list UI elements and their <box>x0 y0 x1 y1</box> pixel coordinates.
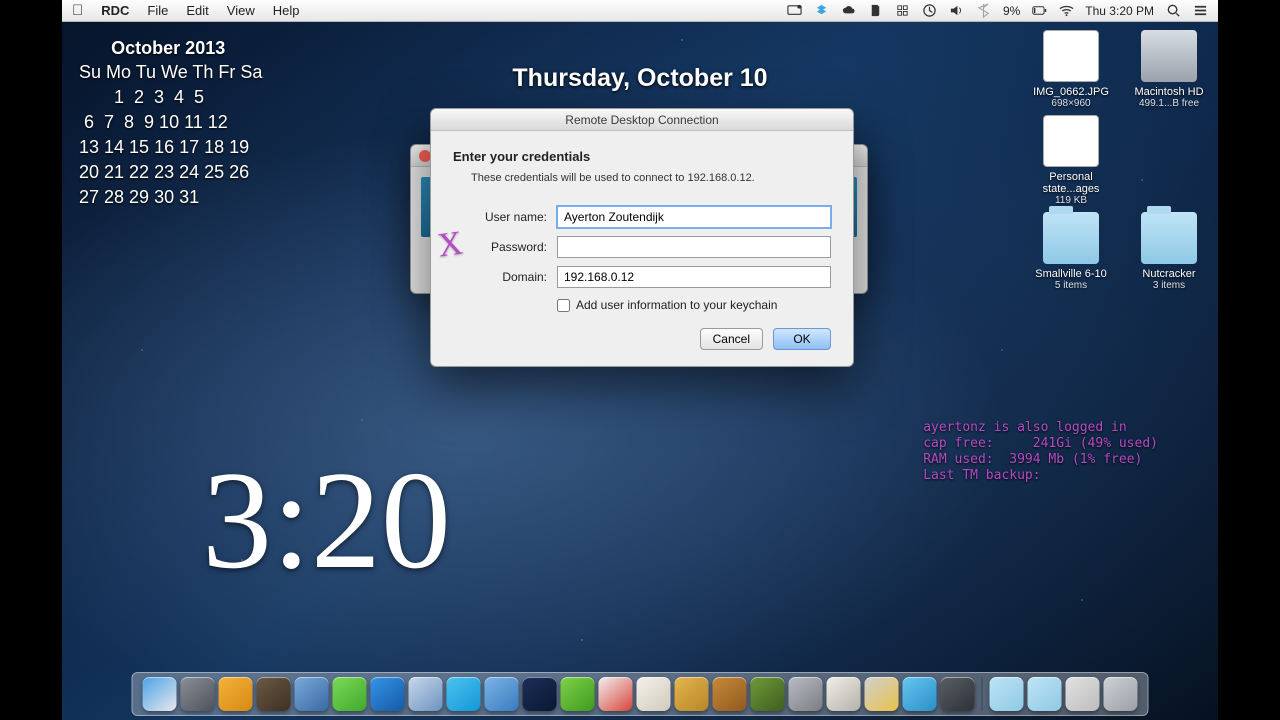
bluetooth-icon[interactable] <box>976 3 992 19</box>
cancel-button[interactable]: Cancel <box>700 328 763 350</box>
dock-app-photoshop[interactable] <box>523 677 557 711</box>
desktop-icon-doc[interactable]: Personal state...ages119 KB <box>1032 115 1110 206</box>
icon-label: Macintosh HD <box>1130 86 1208 98</box>
dock-downloads[interactable] <box>990 677 1024 711</box>
icon-label: Personal state...ages <box>1032 171 1110 195</box>
dock-app-evernote[interactable] <box>333 677 367 711</box>
notification-center-icon[interactable] <box>1192 3 1208 19</box>
system-info-overlay: ayertonz is also logged in cap free: 241… <box>923 420 1158 484</box>
dock-app-itunes[interactable] <box>409 677 443 711</box>
sync-icon[interactable] <box>895 3 911 19</box>
dialog-heading: Enter your credentials <box>453 149 831 164</box>
menu-help[interactable]: Help <box>273 3 300 18</box>
icon-sub: 3 items <box>1130 280 1208 291</box>
menubar-clock[interactable]: Thu 3:20 PM <box>1085 4 1154 18</box>
dialog-hint: These credentials will be used to connec… <box>471 172 831 184</box>
evernote-menubar-icon[interactable] <box>868 3 884 19</box>
keychain-checkbox[interactable] <box>557 299 570 312</box>
dock-app-skype[interactable] <box>447 677 481 711</box>
username-label: User name: <box>453 210 547 224</box>
dock-app-settings[interactable] <box>789 677 823 711</box>
dock <box>132 672 1149 716</box>
calendar-grid: Su Mo Tu We Th Fr Sa 1 2 3 4 5 6 7 8 9 1… <box>74 62 262 207</box>
calendar-widget: October 2013 Su Mo Tu We Th Fr Sa 1 2 3 … <box>74 36 262 210</box>
calendar-title: October 2013 <box>74 36 262 60</box>
credentials-dialog: Remote Desktop Connection Enter your cre… <box>430 108 854 367</box>
battery-icon[interactable] <box>1031 3 1047 19</box>
battery-percent[interactable]: 9% <box>1003 4 1020 18</box>
ok-button[interactable]: OK <box>773 328 831 350</box>
menu-file[interactable]: File <box>147 3 168 18</box>
icon-label: Smallville 6-10 <box>1032 268 1110 280</box>
timemachine-icon[interactable] <box>922 3 938 19</box>
dock-app-finder[interactable] <box>143 677 177 711</box>
dropbox-icon[interactable] <box>814 3 830 19</box>
username-field[interactable] <box>557 206 831 228</box>
dock-app-minecraft[interactable] <box>751 677 785 711</box>
domain-label: Domain: <box>453 270 547 284</box>
keychain-label: Add user information to your keychain <box>576 298 777 312</box>
dock-app-reminders[interactable] <box>637 677 671 711</box>
date-banner: Thursday, October 10 <box>512 64 767 93</box>
password-field[interactable] <box>557 236 831 258</box>
dock-app-mail[interactable] <box>865 677 899 711</box>
dock-app-appstore[interactable] <box>485 677 519 711</box>
desktop:  RDC File Edit View Help 9% Thu 3:20 PM <box>62 0 1218 720</box>
desktop-icon-folder-nutcracker[interactable]: Nutcracker3 items <box>1130 212 1208 291</box>
volume-icon[interactable] <box>949 3 965 19</box>
icon-label: Nutcracker <box>1130 268 1208 280</box>
desktop-icons: IMG_0662.JPG698×960 Macintosh HD499.1...… <box>1028 30 1208 291</box>
desktop-icon-img[interactable]: IMG_0662.JPG698×960 <box>1032 30 1110 109</box>
dock-stack[interactable] <box>1066 677 1100 711</box>
dock-app-transmit[interactable] <box>675 677 709 711</box>
desktop-icon-hd[interactable]: Macintosh HD499.1...B free <box>1130 30 1208 109</box>
dock-app-messages[interactable] <box>903 677 937 711</box>
menu-view[interactable]: View <box>227 3 255 18</box>
desktop-clock: 3:20 <box>202 440 451 601</box>
dock-app-handbrake[interactable] <box>713 677 747 711</box>
dock-app-safari[interactable] <box>295 677 329 711</box>
cloud-icon[interactable] <box>841 3 857 19</box>
icon-sub: 499.1...B free <box>1130 98 1208 109</box>
screenshare-icon[interactable] <box>787 3 803 19</box>
menu-edit[interactable]: Edit <box>186 3 208 18</box>
spotlight-icon[interactable] <box>1165 3 1181 19</box>
dock-app-preview[interactable] <box>827 677 861 711</box>
desktop-icon-folder-smallville[interactable]: Smallville 6-105 items <box>1032 212 1110 291</box>
app-name[interactable]: RDC <box>101 3 129 18</box>
wifi-icon[interactable] <box>1058 3 1074 19</box>
dock-documents[interactable] <box>1028 677 1062 711</box>
password-label: Password: <box>453 240 547 254</box>
dialog-title[interactable]: Remote Desktop Connection <box>431 109 853 131</box>
dock-app-ical[interactable] <box>599 677 633 711</box>
dock-app-launchpad[interactable] <box>181 677 215 711</box>
dock-trash[interactable] <box>1104 677 1138 711</box>
icon-sub: 119 KB <box>1032 195 1110 206</box>
dock-app-gimp[interactable] <box>257 677 291 711</box>
icon-label: IMG_0662.JPG <box>1032 86 1110 98</box>
icon-sub: 5 items <box>1032 280 1110 291</box>
dock-app-xcode[interactable] <box>371 677 405 711</box>
domain-field[interactable] <box>557 266 831 288</box>
apple-menu-icon[interactable]:  <box>72 3 83 18</box>
dock-app-utorrent[interactable] <box>561 677 595 711</box>
icon-sub: 698×960 <box>1032 98 1110 109</box>
dock-app-imovie[interactable] <box>941 677 975 711</box>
menubar:  RDC File Edit View Help 9% Thu 3:20 PM <box>62 0 1218 22</box>
dock-app-rdc[interactable] <box>219 677 253 711</box>
dock-separator <box>982 677 983 711</box>
